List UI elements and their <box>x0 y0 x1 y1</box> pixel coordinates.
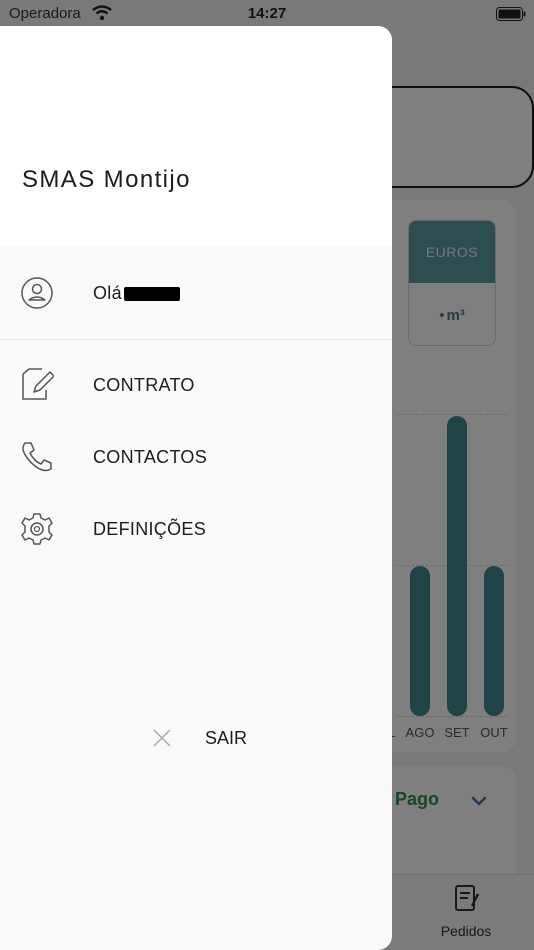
menu-item-contrato[interactable]: CONTRATO <box>0 349 392 421</box>
menu-item-contrato-label: CONTRATO <box>93 374 195 395</box>
user-profile-icon <box>21 277 53 309</box>
menu-item-definicoes[interactable]: DEFINIÇÕES <box>0 493 392 565</box>
drawer-title: SMAS Montijo <box>22 166 191 193</box>
redacted-username <box>123 286 180 301</box>
close-icon <box>153 729 171 747</box>
user-profile-row[interactable]: Olá <box>0 257 392 329</box>
menu-item-definicoes-label: DEFINIÇÕES <box>93 518 207 539</box>
drawer-header: SMAS Montijo <box>0 26 392 246</box>
phone-icon <box>22 442 52 472</box>
logout-button[interactable]: SAIR <box>150 720 280 756</box>
battery-icon <box>496 7 526 21</box>
logout-label: SAIR <box>205 727 248 748</box>
clock: 14:27 <box>247 5 287 22</box>
menu-item-contactos-label: CONTACTOS <box>93 446 208 467</box>
gear-icon <box>21 513 53 545</box>
user-greeting: Olá <box>93 283 180 304</box>
status-bar: Operadora 14:27 <box>0 0 534 26</box>
edit-document-icon <box>22 368 54 400</box>
drawer-divider <box>0 339 392 340</box>
menu-item-contactos[interactable]: CONTACTOS <box>0 421 392 493</box>
side-drawer: SMAS Montijo Olá CONTRATO CONTACTOS DEFI… <box>0 26 392 950</box>
greeting-text: Olá <box>93 282 122 303</box>
